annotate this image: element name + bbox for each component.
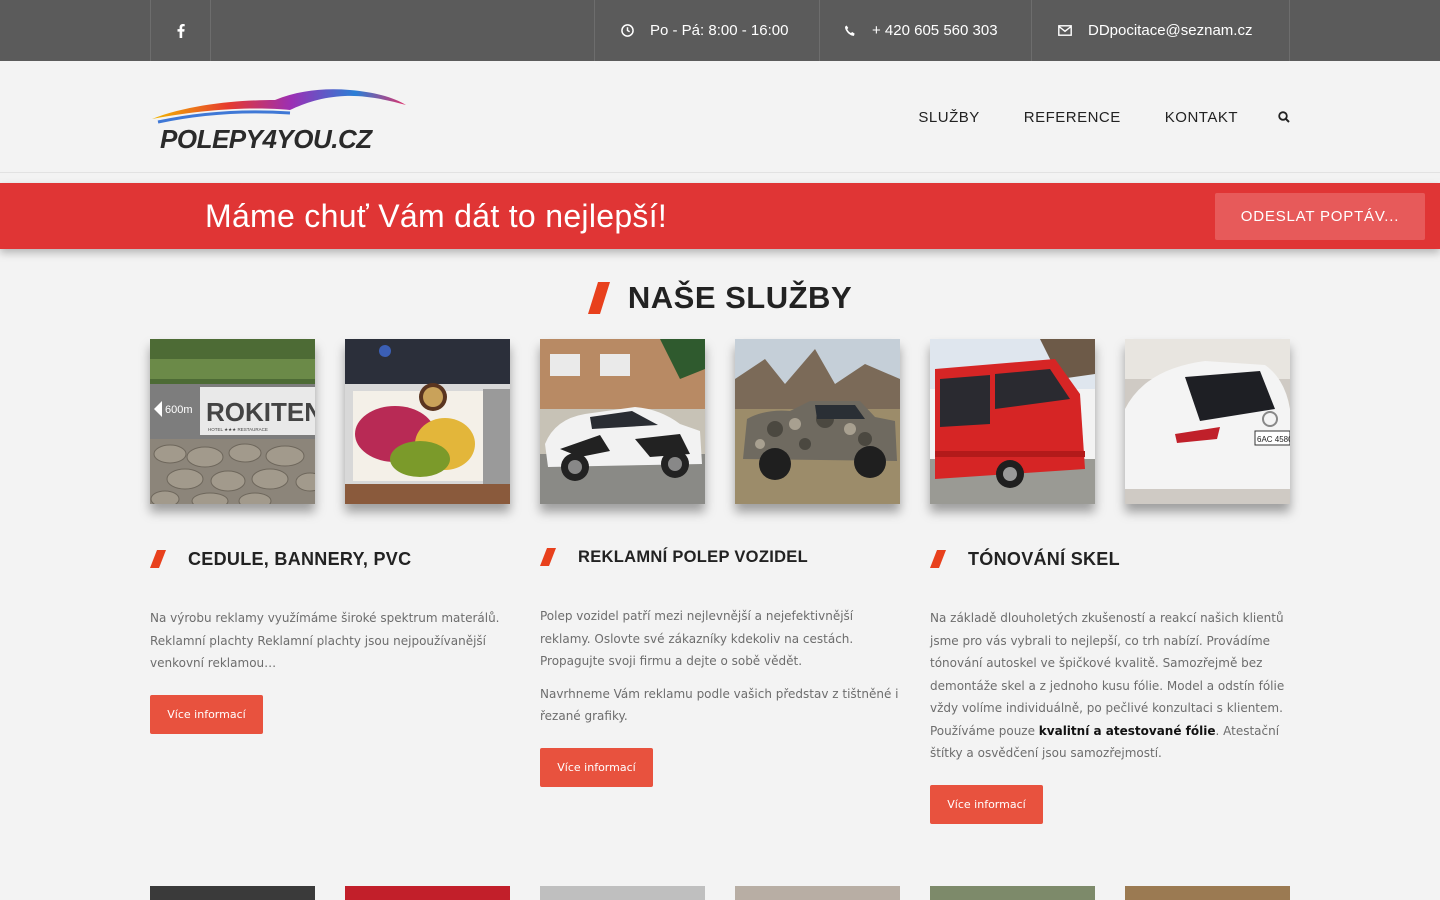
slash-icon [150, 550, 166, 568]
svg-text:6AC 4580: 6AC 4580 [1257, 435, 1290, 444]
more-info-button[interactable]: Více informací [150, 694, 263, 734]
phone-text: + 420 605 560 303 [872, 22, 998, 39]
service-title: CEDULE, BANNERY, PVC [188, 548, 412, 569]
phone-link[interactable]: + 420 605 560 303 [819, 0, 1031, 61]
banner-headline: Máme chuť Vám dát to nejlepší! [205, 197, 668, 234]
nav-sluzby[interactable]: SLUŽBY [918, 109, 979, 126]
more-info-button[interactable]: Více informací [540, 747, 653, 787]
service-cedule: CEDULE, BANNERY, PVC Na výrobu reklamy v… [150, 545, 510, 734]
svg-text:ROKITEN: ROKITEN [206, 397, 315, 427]
envelope-icon [1058, 25, 1072, 36]
facebook-icon [177, 23, 185, 38]
service-description: Navrhneme Vám reklamu podle vašich předs… [540, 686, 899, 724]
slash-icon [930, 550, 946, 568]
service-tonovani: TÓNOVÁNÍ SKEL Na základě dlouholetých zk… [930, 545, 1290, 824]
nav-reference[interactable]: REFERENCE [1024, 109, 1121, 126]
thumb-bottom-1[interactable] [150, 886, 315, 900]
more-info-button[interactable]: Více informací [930, 784, 1043, 824]
thumb-bottom-5[interactable] [930, 886, 1095, 900]
facebook-link[interactable] [150, 0, 211, 61]
thumb-bottom-2[interactable] [345, 886, 510, 900]
nav-kontakt[interactable]: KONTAKT [1165, 109, 1238, 126]
site-header: POLEPY4YOU.CZ SLUŽBY REFERENCE KONTAKT [0, 61, 1440, 173]
service-polep-vozidel: REKLAMNÍ POLEP VOZIDEL Polep vozidel pat… [540, 543, 900, 787]
clock-icon [621, 24, 634, 37]
svg-text:600m: 600m [165, 404, 193, 416]
thumb-white-car[interactable]: 6AC 4580 [1125, 339, 1290, 504]
highlight-text: kvalitní a atestované fólie [1038, 723, 1216, 738]
top-bar: Po - Pá: 8:00 - 16:00 + 420 605 560 303 … [0, 0, 1440, 61]
service-title: REKLAMNÍ POLEP VOZIDEL [578, 547, 808, 566]
thumb-camo-truck[interactable] [735, 339, 900, 504]
section-title: NAŠE SLUŽBY [627, 280, 853, 315]
email-text: DDpocitace@seznam.cz [1088, 22, 1253, 39]
search-icon [1278, 111, 1290, 123]
service-title: TÓNOVÁNÍ SKEL [968, 548, 1120, 569]
thumb-sign[interactable]: ROKITEN HOTEL ★★★ RESTAURACE 600m [150, 339, 315, 504]
main-nav: SLUŽBY REFERENCE KONTAKT [874, 61, 1290, 173]
send-inquiry-button[interactable]: ODESLAT POPTÁV... [1215, 193, 1425, 240]
section-heading: NAŠE SLUŽBY [0, 280, 1440, 316]
email-link[interactable]: DDpocitace@seznam.cz [1031, 0, 1290, 61]
search-button[interactable] [1278, 111, 1290, 123]
promo-banner: Máme chuť Vám dát to nejlepší! ODESLAT P… [0, 183, 1440, 249]
thumb-stand[interactable] [345, 339, 510, 504]
opening-hours: Po - Pá: 8:00 - 16:00 [594, 0, 819, 61]
svg-text:POLEPY4YOU.CZ: POLEPY4YOU.CZ [160, 124, 373, 154]
hours-text: Po - Pá: 8:00 - 16:00 [650, 22, 789, 39]
slash-icon [587, 282, 610, 314]
service-description: Polep vozidel patří mezi nejlevnější a n… [540, 609, 854, 668]
thumb-bottom-4[interactable] [735, 886, 900, 900]
thumb-bottom-3[interactable] [540, 886, 705, 900]
slash-icon [540, 548, 556, 566]
thumb-wrapped-car[interactable] [540, 339, 705, 504]
thumb-bottom-6[interactable] [1125, 886, 1290, 900]
service-description: Na základě dlouholetých zkušeností a rea… [930, 611, 1285, 760]
site-logo[interactable]: POLEPY4YOU.CZ [150, 86, 410, 156]
thumb-red-van[interactable] [930, 339, 1095, 504]
svg-text:HOTEL ★★★ RESTAURACE: HOTEL ★★★ RESTAURACE [208, 427, 268, 432]
logo-image: POLEPY4YOU.CZ [152, 89, 406, 154]
service-description: Na výrobu reklamy využímáme široké spekt… [150, 611, 500, 670]
phone-icon [845, 25, 855, 36]
